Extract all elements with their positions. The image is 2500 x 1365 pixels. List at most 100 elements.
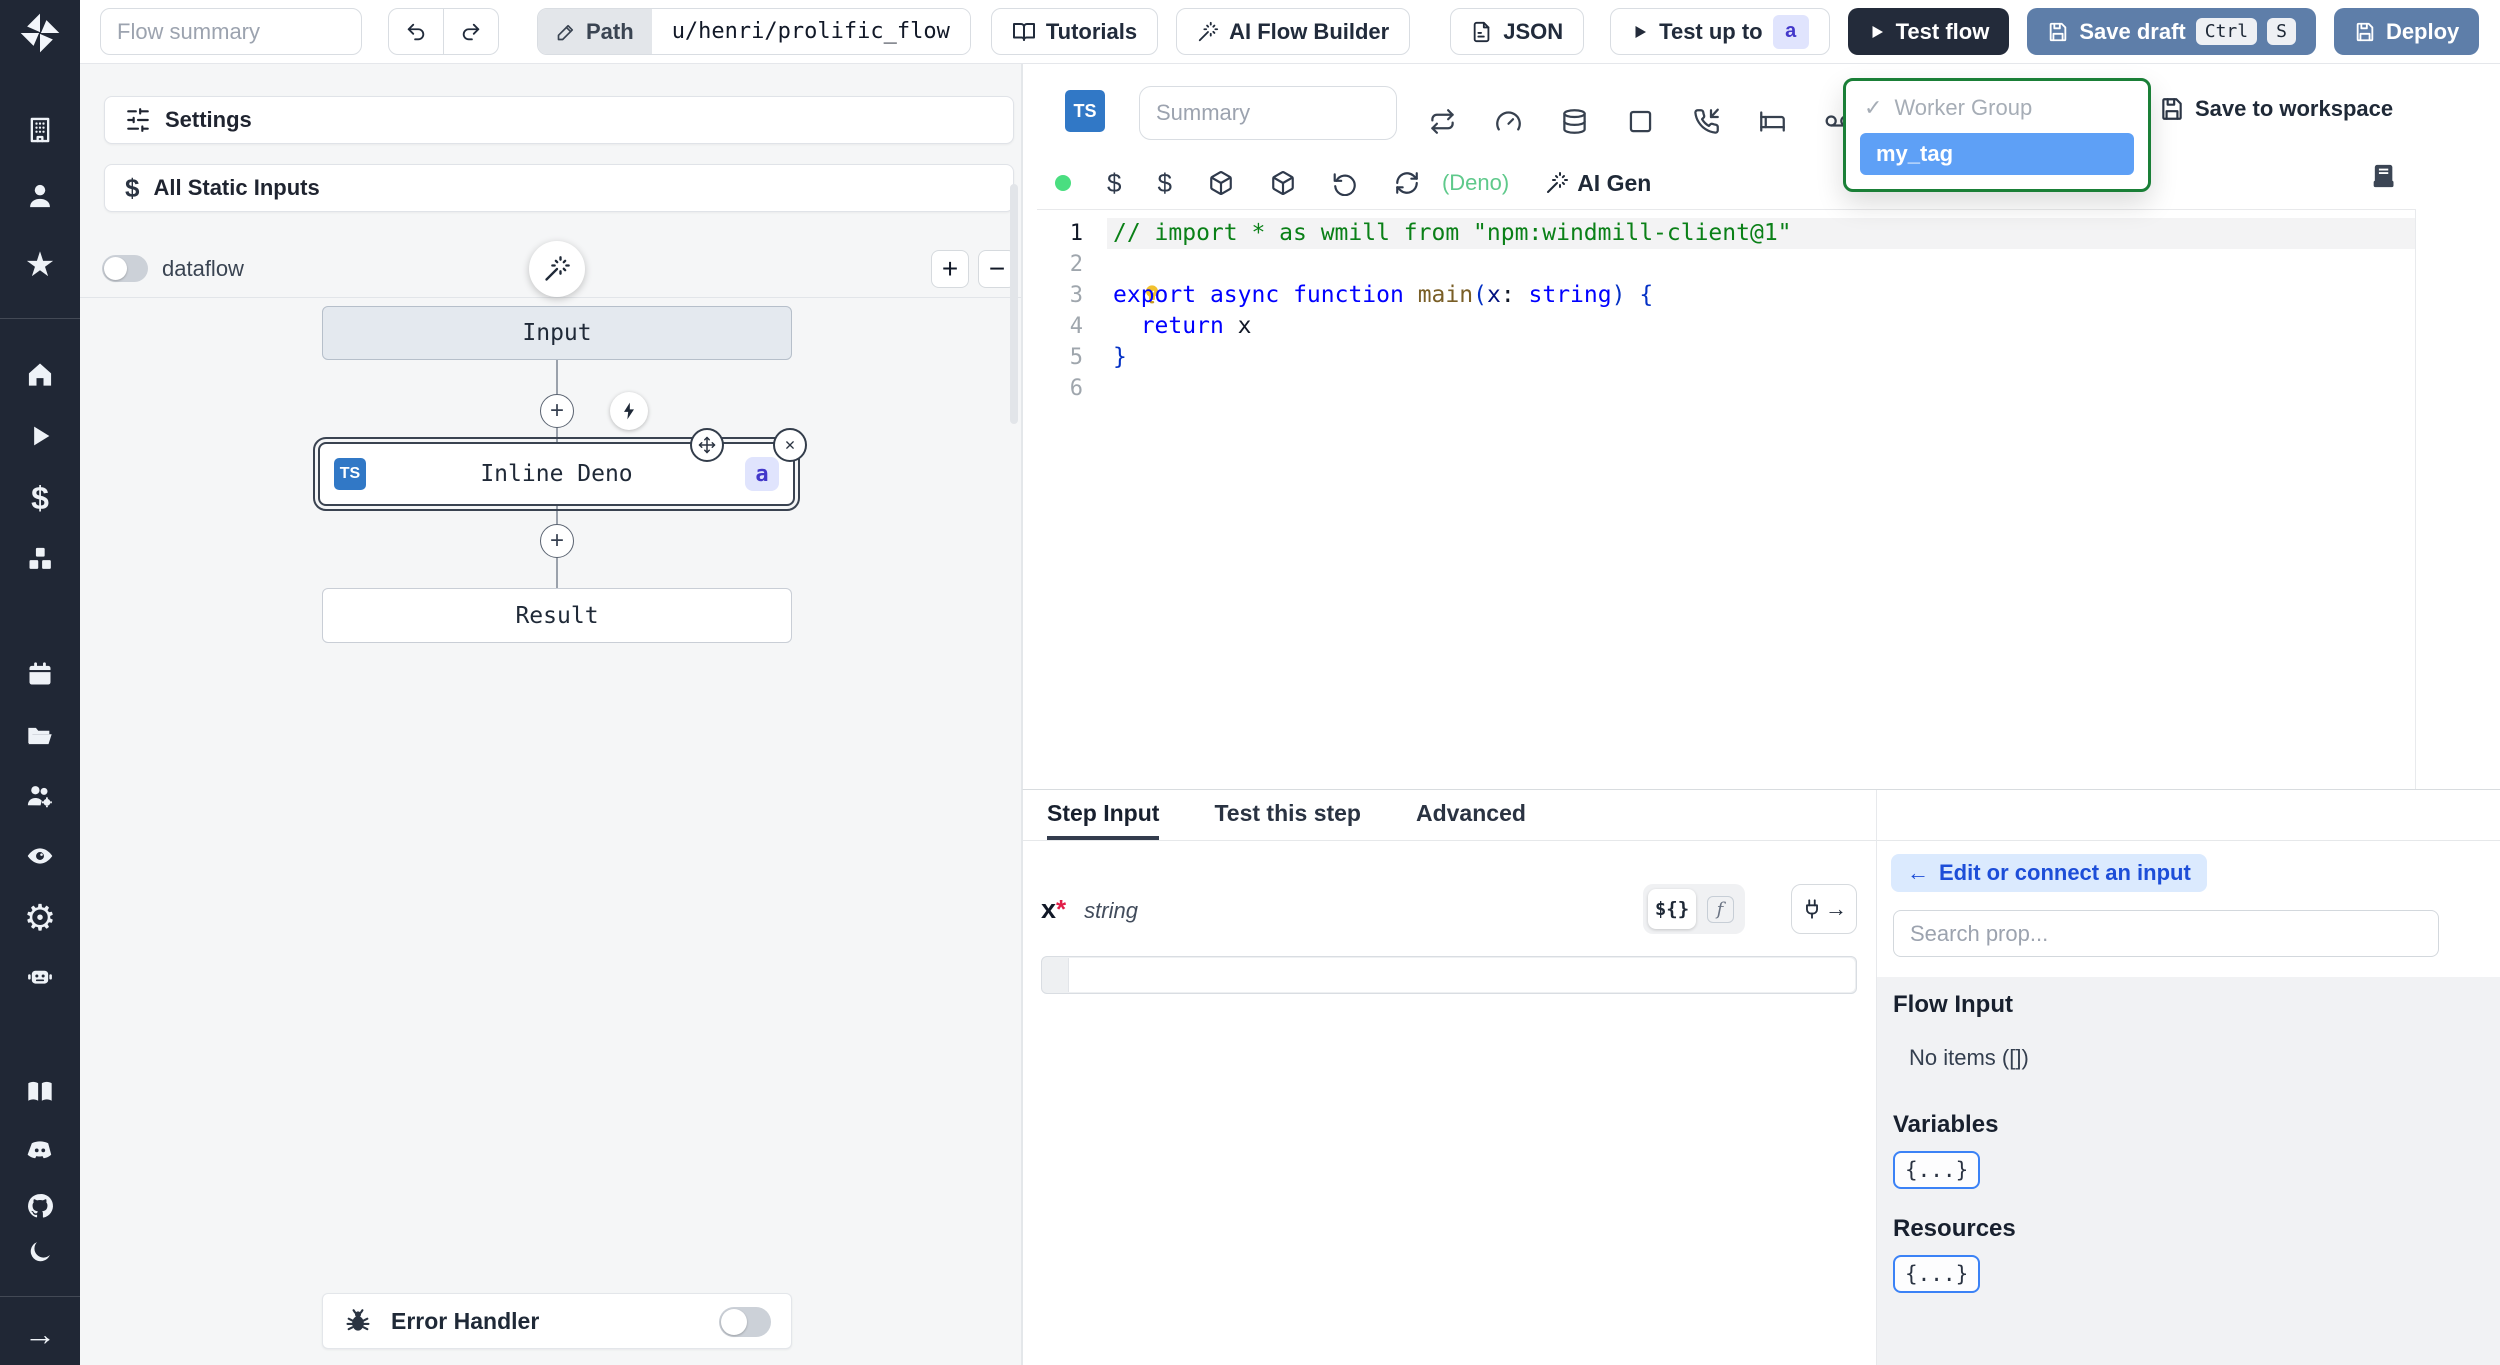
sidebar-item-runs[interactable] xyxy=(0,422,80,450)
argument-value-input[interactable] xyxy=(1068,958,1855,992)
sidebar-item-favorites[interactable]: ★ xyxy=(0,248,80,282)
calendar-icon xyxy=(29,662,51,685)
path-value[interactable]: u/henri/prolific_flow xyxy=(651,9,970,54)
worker-group-label: Worker Group xyxy=(1894,95,2033,120)
sidebar-item-home[interactable] xyxy=(0,360,80,388)
deploy-button[interactable]: Deploy xyxy=(2333,8,2480,55)
resource-picker-icon[interactable]: $ xyxy=(1157,170,1171,196)
variables-object-badge[interactable]: {...} xyxy=(1893,1151,1981,1189)
sidebar-item-variables[interactable]: $ xyxy=(0,482,80,514)
expression-mode-button[interactable]: ${} xyxy=(1648,889,1696,929)
sidebar-item-discord[interactable] xyxy=(0,1136,80,1164)
zoom-in-button[interactable]: + xyxy=(931,250,969,288)
delete-step-button[interactable]: ✕ xyxy=(773,428,807,462)
suspend-phone-icon[interactable] xyxy=(1693,108,1720,135)
undo-button[interactable] xyxy=(388,8,444,55)
dataflow-label: dataflow xyxy=(162,256,244,281)
tab-test-this-step[interactable]: Test this step xyxy=(1214,790,1361,840)
arrow-right-icon: → xyxy=(24,1316,56,1352)
tab-step-input[interactable]: Step Input xyxy=(1047,790,1160,840)
save-to-workspace-button[interactable]: Save to workspace xyxy=(2159,96,2393,122)
move-step-handle[interactable] xyxy=(690,428,724,462)
path-button[interactable]: Path xyxy=(538,9,652,54)
tutorials-label: Tutorials xyxy=(1045,18,1138,44)
dataflow-toggle[interactable] xyxy=(102,255,148,282)
pencil-icon xyxy=(557,24,574,40)
deno-runtime-label[interactable]: (Deno) xyxy=(1442,170,1509,196)
mock-square-icon[interactable] xyxy=(1627,108,1654,135)
static-mode-button[interactable]: f xyxy=(1700,889,1740,929)
json-button[interactable]: JSON xyxy=(1450,8,1585,55)
test-flow-button[interactable]: Test flow xyxy=(1847,8,2010,55)
code-line[interactable] xyxy=(1107,249,2415,304)
sidebar-item-theme[interactable] xyxy=(0,1238,80,1266)
sidebar-item-settings[interactable]: ⚙ xyxy=(0,900,80,936)
tab-advanced[interactable]: Advanced xyxy=(1416,790,1526,840)
worker-group-option[interactable]: ✓ Worker Group xyxy=(1846,81,2148,129)
ai-gen-button[interactable]: AI Gen xyxy=(1545,170,1651,197)
redo-button[interactable] xyxy=(444,8,499,55)
trigger-button[interactable] xyxy=(610,392,648,430)
error-handler-label: Error Handler xyxy=(391,1307,540,1334)
package-box-icon[interactable] xyxy=(1208,170,1234,196)
sleep-bed-icon[interactable] xyxy=(1759,108,1786,135)
flow-panel-scrollbar[interactable] xyxy=(1010,184,1018,424)
code-line[interactable]: return x xyxy=(1107,311,2415,342)
flow-settings-button[interactable]: Settings xyxy=(104,96,1014,144)
code-line[interactable]: export async function main(x: string) { xyxy=(1107,280,2415,311)
eye-icon xyxy=(27,848,53,864)
sidebar-item-user[interactable] xyxy=(0,182,80,210)
resources-object-badge[interactable]: {...} xyxy=(1893,1255,1981,1293)
book-icon xyxy=(1012,22,1035,41)
code-line[interactable]: // import * as wmill from "npm:windmill-… xyxy=(1107,218,2415,249)
search-prop-input[interactable] xyxy=(1893,910,2439,957)
cache-database-icon[interactable] xyxy=(1561,108,1588,135)
gauge-icon[interactable] xyxy=(1495,108,1522,135)
sidebar-item-folders[interactable] xyxy=(0,722,80,750)
sidebar-item-workspace[interactable] xyxy=(0,116,80,144)
edit-or-connect-pill[interactable]: ← Edit or connect an input xyxy=(1891,854,2207,892)
reset-rotate-ccw-icon[interactable] xyxy=(1332,170,1358,196)
package-box-icon[interactable] xyxy=(1270,170,1296,196)
sidebar-item-schedules[interactable] xyxy=(0,660,80,688)
add-step-button-bottom[interactable]: + xyxy=(540,524,574,558)
step-summary-input[interactable] xyxy=(1139,86,1397,140)
flow-node-input[interactable]: Input xyxy=(322,306,792,360)
test-up-to-button[interactable]: Test up to a xyxy=(1610,8,1830,55)
editor-scrollbar[interactable] xyxy=(2415,209,2416,789)
variable-picker-icon[interactable]: $ xyxy=(1107,170,1121,196)
sidebar-item-ai[interactable] xyxy=(0,962,80,990)
flow-summary-input[interactable] xyxy=(100,8,362,55)
error-handler-toggle[interactable] xyxy=(719,1307,771,1337)
worker-group-option-selected[interactable]: my_tag xyxy=(1860,133,2134,175)
ai-builder-fab[interactable] xyxy=(529,241,585,297)
sidebar-item-groups[interactable] xyxy=(0,782,80,810)
step-detail-panel: Step Input Test this step Advanced x * st… xyxy=(1022,789,2500,1365)
windmill-logo[interactable] xyxy=(0,10,80,56)
error-handler-card[interactable]: Error Handler xyxy=(322,1293,792,1349)
add-step-button-top[interactable]: + xyxy=(540,394,574,428)
sidebar-item-docs[interactable] xyxy=(0,1078,80,1106)
ai-flow-builder-button[interactable]: AI Flow Builder xyxy=(1176,8,1411,55)
all-static-inputs-button[interactable]: $ All Static Inputs xyxy=(104,164,1014,212)
sidebar-expand[interactable]: → xyxy=(0,1318,80,1350)
code-line[interactable]: } xyxy=(1107,342,2415,373)
connect-input-button[interactable]: → xyxy=(1791,884,1857,934)
retry-repeat-icon[interactable] xyxy=(1429,108,1456,135)
monaco-editor[interactable]: 1 2 3 4 5 6 // import * as wmill from "npm:wi… xyxy=(1037,209,2415,789)
typescript-badge: TS xyxy=(1065,90,1105,132)
save-draft-button[interactable]: Save draft Ctrl S xyxy=(2027,8,2316,55)
code-line[interactable] xyxy=(1107,373,2415,404)
script-library-icon[interactable] xyxy=(2369,162,2397,190)
flow-node-result[interactable]: Result xyxy=(322,588,792,643)
json-label: JSON xyxy=(1503,18,1564,44)
tutorials-button[interactable]: Tutorials xyxy=(990,8,1159,55)
step-settings-toolbar xyxy=(1429,108,1852,135)
worker-group-dropdown: ✓ Worker Group my_tag xyxy=(1843,78,2151,192)
sidebar-item-audit[interactable] xyxy=(0,842,80,870)
refresh-assistant-icon[interactable] xyxy=(1394,170,1420,196)
flow-node-inline-deno[interactable]: TS Inline Deno a ✕ xyxy=(313,428,807,511)
fn-icon: f xyxy=(1706,895,1734,923)
sidebar-item-github[interactable] xyxy=(0,1192,80,1220)
sidebar-item-resources[interactable] xyxy=(0,545,80,573)
